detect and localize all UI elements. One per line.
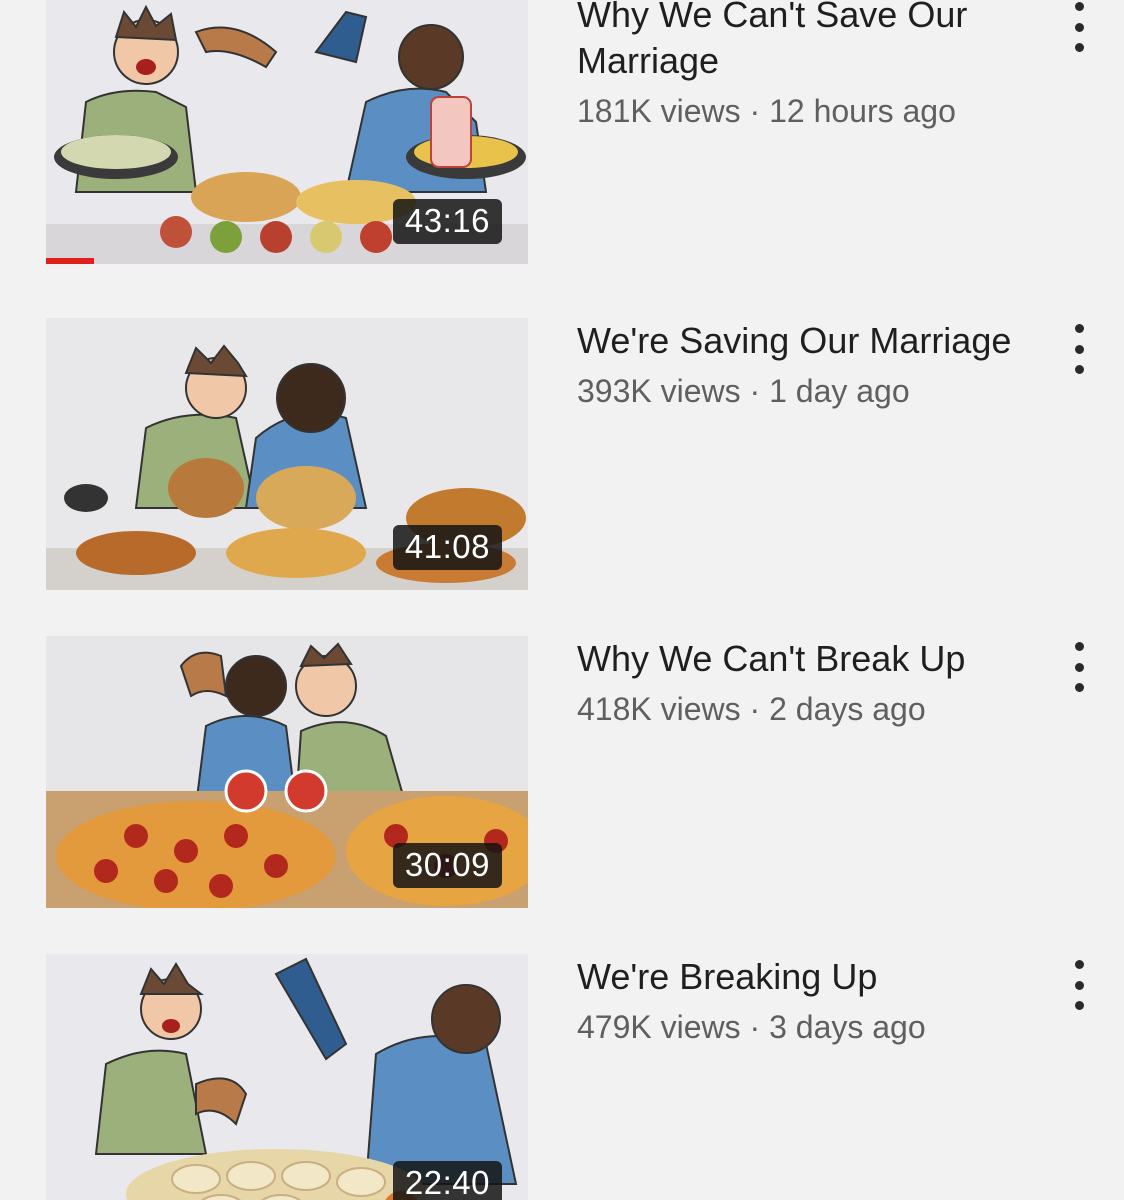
video-title[interactable]: We're Saving Our Marriage — [577, 318, 1027, 364]
view-count: 181K views — [577, 93, 741, 129]
watch-progress-bar — [46, 258, 95, 264]
video-thumbnail[interactable]: 22:40 — [46, 954, 528, 1200]
video-thumbnail[interactable]: 30:09 — [46, 636, 528, 908]
video-duration-badge: 41:08 — [392, 525, 502, 570]
more-vert-icon[interactable] — [1064, 324, 1094, 374]
video-meta: 393K views · 1 day ago — [577, 370, 1027, 412]
upload-age: 3 days ago — [769, 1009, 926, 1045]
meta-separator: · — [740, 373, 770, 409]
view-count: 479K views — [577, 1009, 741, 1045]
video-item[interactable]: 41:08 We're Saving Our Marriage 393K vie… — [0, 318, 1124, 608]
video-title[interactable]: Why We Can't Save Our Marriage — [577, 0, 1027, 84]
video-info: We're Saving Our Marriage 393K views · 1… — [577, 318, 1027, 412]
video-item[interactable]: 43:16 Why We Can't Save Our Marriage 181… — [0, 0, 1124, 282]
view-count: 418K views — [577, 691, 741, 727]
video-feed: 43:16 Why We Can't Save Our Marriage 181… — [0, 0, 1124, 1200]
video-info: Why We Can't Save Our Marriage 181K view… — [577, 0, 1027, 132]
more-vert-icon[interactable] — [1064, 2, 1094, 52]
video-meta: 479K views · 3 days ago — [577, 1006, 1027, 1048]
video-duration-badge: 30:09 — [392, 843, 502, 888]
video-meta: 181K views · 12 hours ago — [577, 90, 1027, 132]
upload-age: 12 hours ago — [769, 93, 956, 129]
more-vert-icon[interactable] — [1064, 642, 1094, 692]
upload-age: 2 days ago — [769, 691, 926, 727]
upload-age: 1 day ago — [769, 373, 910, 409]
video-title[interactable]: Why We Can't Break Up — [577, 636, 1027, 682]
video-thumbnail[interactable]: 41:08 — [46, 318, 528, 590]
video-duration-badge: 43:16 — [392, 199, 502, 244]
meta-separator: · — [740, 1009, 770, 1045]
video-item[interactable]: 22:40 We're Breaking Up 479K views · 3 d… — [0, 954, 1124, 1200]
view-count: 393K views — [577, 373, 741, 409]
video-item[interactable]: 30:09 Why We Can't Break Up 418K views ·… — [0, 636, 1124, 926]
video-duration-badge: 22:40 — [392, 1161, 502, 1200]
video-info: We're Breaking Up 479K views · 3 days ag… — [577, 954, 1027, 1048]
more-vert-icon[interactable] — [1064, 960, 1094, 1010]
video-info: Why We Can't Break Up 418K views · 2 day… — [577, 636, 1027, 730]
video-meta: 418K views · 2 days ago — [577, 688, 1027, 730]
meta-separator: · — [740, 93, 770, 129]
meta-separator: · — [740, 691, 770, 727]
video-thumbnail[interactable]: 43:16 — [46, 0, 528, 264]
video-title[interactable]: We're Breaking Up — [577, 954, 1027, 1000]
